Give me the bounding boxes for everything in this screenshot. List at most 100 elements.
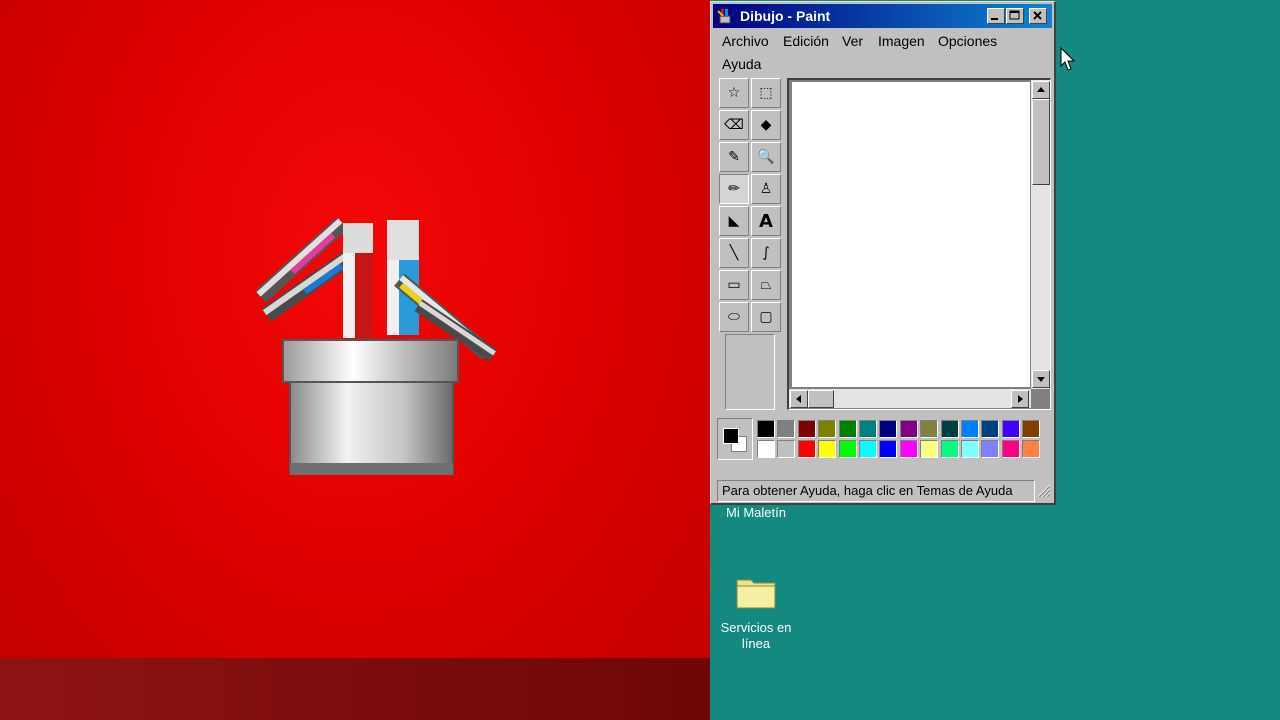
- mouse-cursor-icon: [1060, 47, 1076, 71]
- palette-color-swatch[interactable]: [940, 420, 959, 438]
- rectangle-tool-button[interactable]: ▭: [719, 270, 749, 300]
- menu-opciones[interactable]: Opciones: [938, 33, 997, 49]
- airbrush-tool-button[interactable]: ◣: [719, 206, 749, 236]
- text-tool-button[interactable]: A: [751, 206, 781, 236]
- magnifier-icon: 🔍: [757, 149, 775, 165]
- palette-color-swatch[interactable]: [1022, 440, 1041, 458]
- canvas-frame: [787, 78, 1051, 410]
- magnifier-tool-button[interactable]: 🔍: [751, 142, 781, 172]
- ellipse-tool-button[interactable]: ⬭: [719, 302, 749, 332]
- desktop-icon-label: Mi Maletín: [726, 505, 786, 520]
- rounded-rect-icon: ▢: [759, 309, 773, 325]
- menu-ver[interactable]: Ver: [842, 33, 863, 49]
- palette-color-swatch[interactable]: [838, 440, 857, 458]
- palette-color-swatch[interactable]: [879, 420, 898, 438]
- color-picker-tool-button[interactable]: ✎: [719, 142, 749, 172]
- palette-color-swatch[interactable]: [940, 440, 959, 458]
- palette-color-swatch[interactable]: [838, 420, 857, 438]
- rounded-rect-tool-button[interactable]: ▢: [751, 302, 781, 332]
- window-title: Dibujo - Paint: [740, 8, 831, 24]
- desktop-icon-servicios-en-linea[interactable]: Servicios en línea: [708, 574, 804, 652]
- horizontal-scrollbar[interactable]: [789, 389, 1031, 408]
- arrow-right-icon: [1018, 395, 1023, 403]
- paint-splash-screen: [0, 0, 710, 720]
- paint-logo-icon: [255, 217, 498, 475]
- line-icon: ╲: [729, 245, 739, 261]
- fill-bucket-icon: ◆: [760, 117, 772, 133]
- arrow-left-icon: [796, 395, 801, 403]
- minimize-icon: [991, 18, 998, 20]
- palette-color-swatch[interactable]: [818, 420, 837, 438]
- scroll-left-button[interactable]: [790, 390, 808, 408]
- text-icon: A: [759, 210, 773, 232]
- resize-grip-icon[interactable]: [1037, 484, 1051, 498]
- brush-icon: ♙: [759, 181, 773, 197]
- color-picker-icon: ✎: [728, 149, 740, 165]
- horizontal-scroll-thumb[interactable]: [808, 390, 834, 408]
- palette-color-swatch[interactable]: [1022, 420, 1041, 438]
- palette-color-swatch[interactable]: [879, 440, 898, 458]
- window-titlebar[interactable]: Dibujo - Paint: [713, 4, 1052, 28]
- rect-select-tool-button[interactable]: ⬚: [751, 78, 781, 108]
- line-tool-button[interactable]: ╲: [719, 238, 749, 268]
- scroll-down-button[interactable]: [1032, 370, 1050, 388]
- menu-edicion[interactable]: Edición: [783, 33, 829, 49]
- pencil-icon: ✏: [728, 181, 740, 197]
- eraser-icon: ⌫: [724, 117, 744, 133]
- maximize-icon: [1009, 10, 1020, 20]
- ellipse-icon: ⬭: [728, 309, 740, 325]
- menu-ayuda[interactable]: Ayuda: [722, 56, 761, 72]
- vertical-scroll-thumb[interactable]: [1032, 99, 1050, 185]
- paint-app-icon[interactable]: [717, 8, 733, 24]
- status-bar: Para obtener Ayuda, haga clic en Temas d…: [717, 480, 1035, 502]
- palette-color-swatch[interactable]: [920, 420, 939, 438]
- minimize-button[interactable]: [987, 8, 1005, 24]
- scroll-right-button[interactable]: [1011, 390, 1029, 408]
- splash-bottom-band: [0, 658, 710, 720]
- folder-icon: [736, 579, 776, 609]
- palette-color-swatch[interactable]: [797, 420, 816, 438]
- brush-tool-button[interactable]: ♙: [751, 174, 781, 204]
- drawing-canvas[interactable]: [792, 82, 1030, 387]
- palette-color-swatch[interactable]: [899, 440, 918, 458]
- curve-icon: ∫: [762, 245, 770, 261]
- palette-color-swatch[interactable]: [859, 440, 877, 458]
- palette-color-swatch[interactable]: [1001, 420, 1020, 438]
- menu-archivo[interactable]: Archivo: [722, 33, 769, 49]
- palette-color-swatch[interactable]: [757, 440, 775, 458]
- palette-color-swatch[interactable]: [899, 420, 918, 438]
- toolbox: ☆ ⬚ ⌫ ◆ ✎ 🔍 ✏ ♙ ◣ A ╲ ∫ ▭ ⏢ ⬭ ▢: [719, 78, 781, 412]
- menu-imagen[interactable]: Imagen: [878, 33, 925, 49]
- desktop-icon-label: Servicios en línea: [720, 620, 792, 651]
- palette-color-swatch[interactable]: [797, 440, 816, 458]
- maximize-button[interactable]: [1006, 8, 1024, 24]
- polygon-tool-button[interactable]: ⏢: [751, 270, 781, 300]
- status-text: Para obtener Ayuda, haga clic en Temas d…: [722, 483, 1013, 498]
- palette-color-swatch[interactable]: [961, 440, 979, 458]
- palette-color-swatch[interactable]: [961, 420, 979, 438]
- palette-color-swatch[interactable]: [859, 420, 877, 438]
- palette-color-swatch[interactable]: [981, 440, 1000, 458]
- color-palette: [717, 418, 1047, 460]
- current-colors-indicator[interactable]: [717, 418, 753, 460]
- palette-color-swatch[interactable]: [777, 440, 796, 458]
- eraser-tool-button[interactable]: ⌫: [719, 110, 749, 140]
- palette-color-swatch[interactable]: [920, 440, 939, 458]
- close-button[interactable]: [1029, 8, 1047, 24]
- palette-color-swatch[interactable]: [818, 440, 837, 458]
- pencil-tool-button[interactable]: ✏: [719, 174, 749, 204]
- arrow-up-icon: [1037, 87, 1045, 92]
- free-form-select-tool-button[interactable]: ☆: [719, 78, 749, 108]
- palette-color-swatch[interactable]: [1001, 440, 1020, 458]
- scroll-up-button[interactable]: [1032, 81, 1050, 99]
- palette-color-swatch[interactable]: [757, 420, 775, 438]
- palette-color-swatch[interactable]: [981, 420, 1000, 438]
- free-form-select-icon: ☆: [727, 85, 741, 101]
- foreground-color-swatch: [723, 428, 739, 444]
- palette-color-swatch[interactable]: [777, 420, 796, 438]
- curve-tool-button[interactable]: ∫: [751, 238, 781, 268]
- tool-options-panel[interactable]: [725, 334, 775, 410]
- desktop-icon-mi-maletin[interactable]: Mi Maletín: [708, 505, 804, 521]
- vertical-scrollbar[interactable]: [1031, 80, 1050, 389]
- fill-bucket-tool-button[interactable]: ◆: [751, 110, 781, 140]
